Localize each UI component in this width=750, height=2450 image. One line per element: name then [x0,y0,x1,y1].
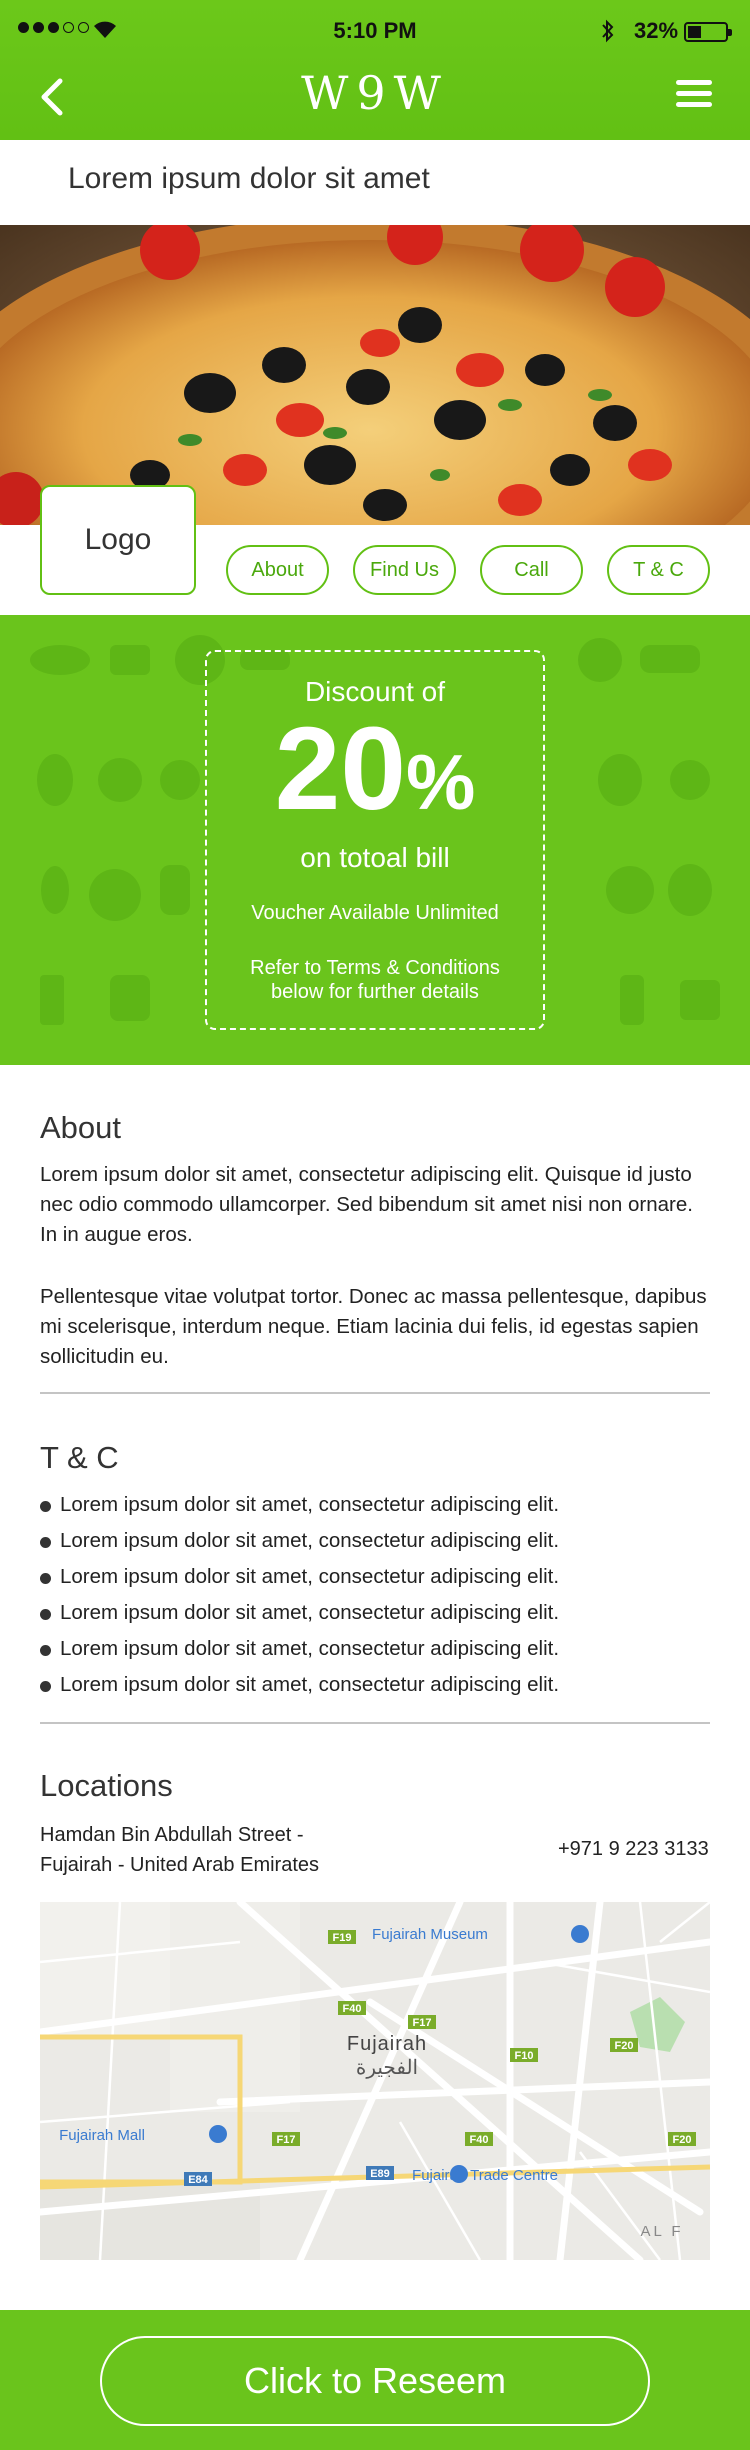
about-paragraph-2: Pellentesque vitae volutpat tortor. Done… [40,1285,707,1368]
discount-voucher: Discount of 20% on totoal bill Voucher A… [205,650,545,1030]
redeem-button[interactable]: Click to Reseem [100,2336,650,2426]
voucher-refer-line1: Refer to Terms & Conditions [250,957,500,979]
business-logo: Logo [40,485,196,595]
map-road-label: F20 [615,2040,634,2052]
map-road-label: F10 [515,2050,534,2062]
battery-icon [684,22,732,42]
list-item: Lorem ipsum dolor sit amet, consectetur … [40,1490,720,1526]
about-heading: About [40,1110,122,1145]
page-title: Lorem ipsum dolor sit amet [68,162,430,195]
find-us-tab-button[interactable]: Find Us [353,545,456,595]
map-road-label: F20 [673,2134,692,2146]
list-item: Lorem ipsum dolor sit amet, consectetur … [40,1562,720,1598]
list-item: Lorem ipsum dolor sit amet, consectetur … [40,1634,720,1670]
status-bar: 5:10 PM 32% [0,0,750,64]
map-road-label: E84 [188,2174,208,2186]
terms-list: Lorem ipsum dolor sit amet, consectetur … [40,1490,720,1706]
hamburger-icon [676,80,712,85]
map-trade-centre-label: Fujairah Trade Centre [412,2167,558,2184]
map-road-label: F17 [413,2017,432,2029]
map-road-label: F17 [277,2134,296,2146]
map-corner-label: AL F [640,2223,683,2240]
voucher-value-number: 20 [274,703,406,835]
terms-tab-button[interactable]: T & C [607,545,710,595]
map-city-arabic-label: الفجيرة [356,2057,418,2079]
voucher-refer-text: Refer to Terms & Conditions below for fu… [207,956,543,1004]
map-museum-label: Fujairah Museum [372,1926,488,1943]
battery-percent: 32% [634,18,679,43]
hero-pizza-image [0,225,750,525]
map-road-label: E89 [370,2168,390,2180]
voucher-availability: Voucher Available Unlimited [251,902,499,924]
map-city-label: Fujairah [347,2033,427,2055]
about-tab-button[interactable]: About [226,545,329,595]
location-map[interactable]: F19 F40 F17 F10 F20 F17 F40 F20 E84 E89 … [40,1902,710,2260]
map-road-label: F40 [343,2003,362,2015]
address-line-2: Fujairah - United Arab Emirates [40,1854,320,1876]
voucher-refer-line2: below for further details [271,981,479,1003]
map-mall-label: Fujairah Mall [59,2127,145,2144]
terms-heading: T & C [40,1440,119,1475]
bluetooth-icon [602,19,614,43]
menu-button[interactable] [676,80,712,108]
address: Hamdan Bin Abdullah Street - Fujairah - … [40,1820,319,1880]
address-line-1: Hamdan Bin Abdullah Street - [40,1824,304,1846]
map-road-label: F40 [470,2134,489,2146]
about-paragraph-1: Lorem ipsum dolor sit amet, consectetur … [40,1163,693,1246]
phone-number-link[interactable]: +971 9 223 3133 [558,1838,709,1861]
list-item: Lorem ipsum dolor sit amet, consectetur … [40,1526,720,1562]
list-item: Lorem ipsum dolor sit amet, consectetur … [40,1598,720,1634]
map-road-label: F19 [333,1932,352,1944]
call-tab-button[interactable]: Call [480,545,583,595]
brand-logo: W9W [301,66,449,120]
list-item: Lorem ipsum dolor sit amet, consectetur … [40,1670,720,1706]
locations-heading: Locations [40,1768,173,1803]
divider [40,1722,710,1724]
voucher-discount-value: 20% [207,710,543,828]
voucher-value-unit: % [405,738,476,826]
divider [40,1392,710,1394]
voucher-bill-text: on totoal bill [300,842,450,873]
